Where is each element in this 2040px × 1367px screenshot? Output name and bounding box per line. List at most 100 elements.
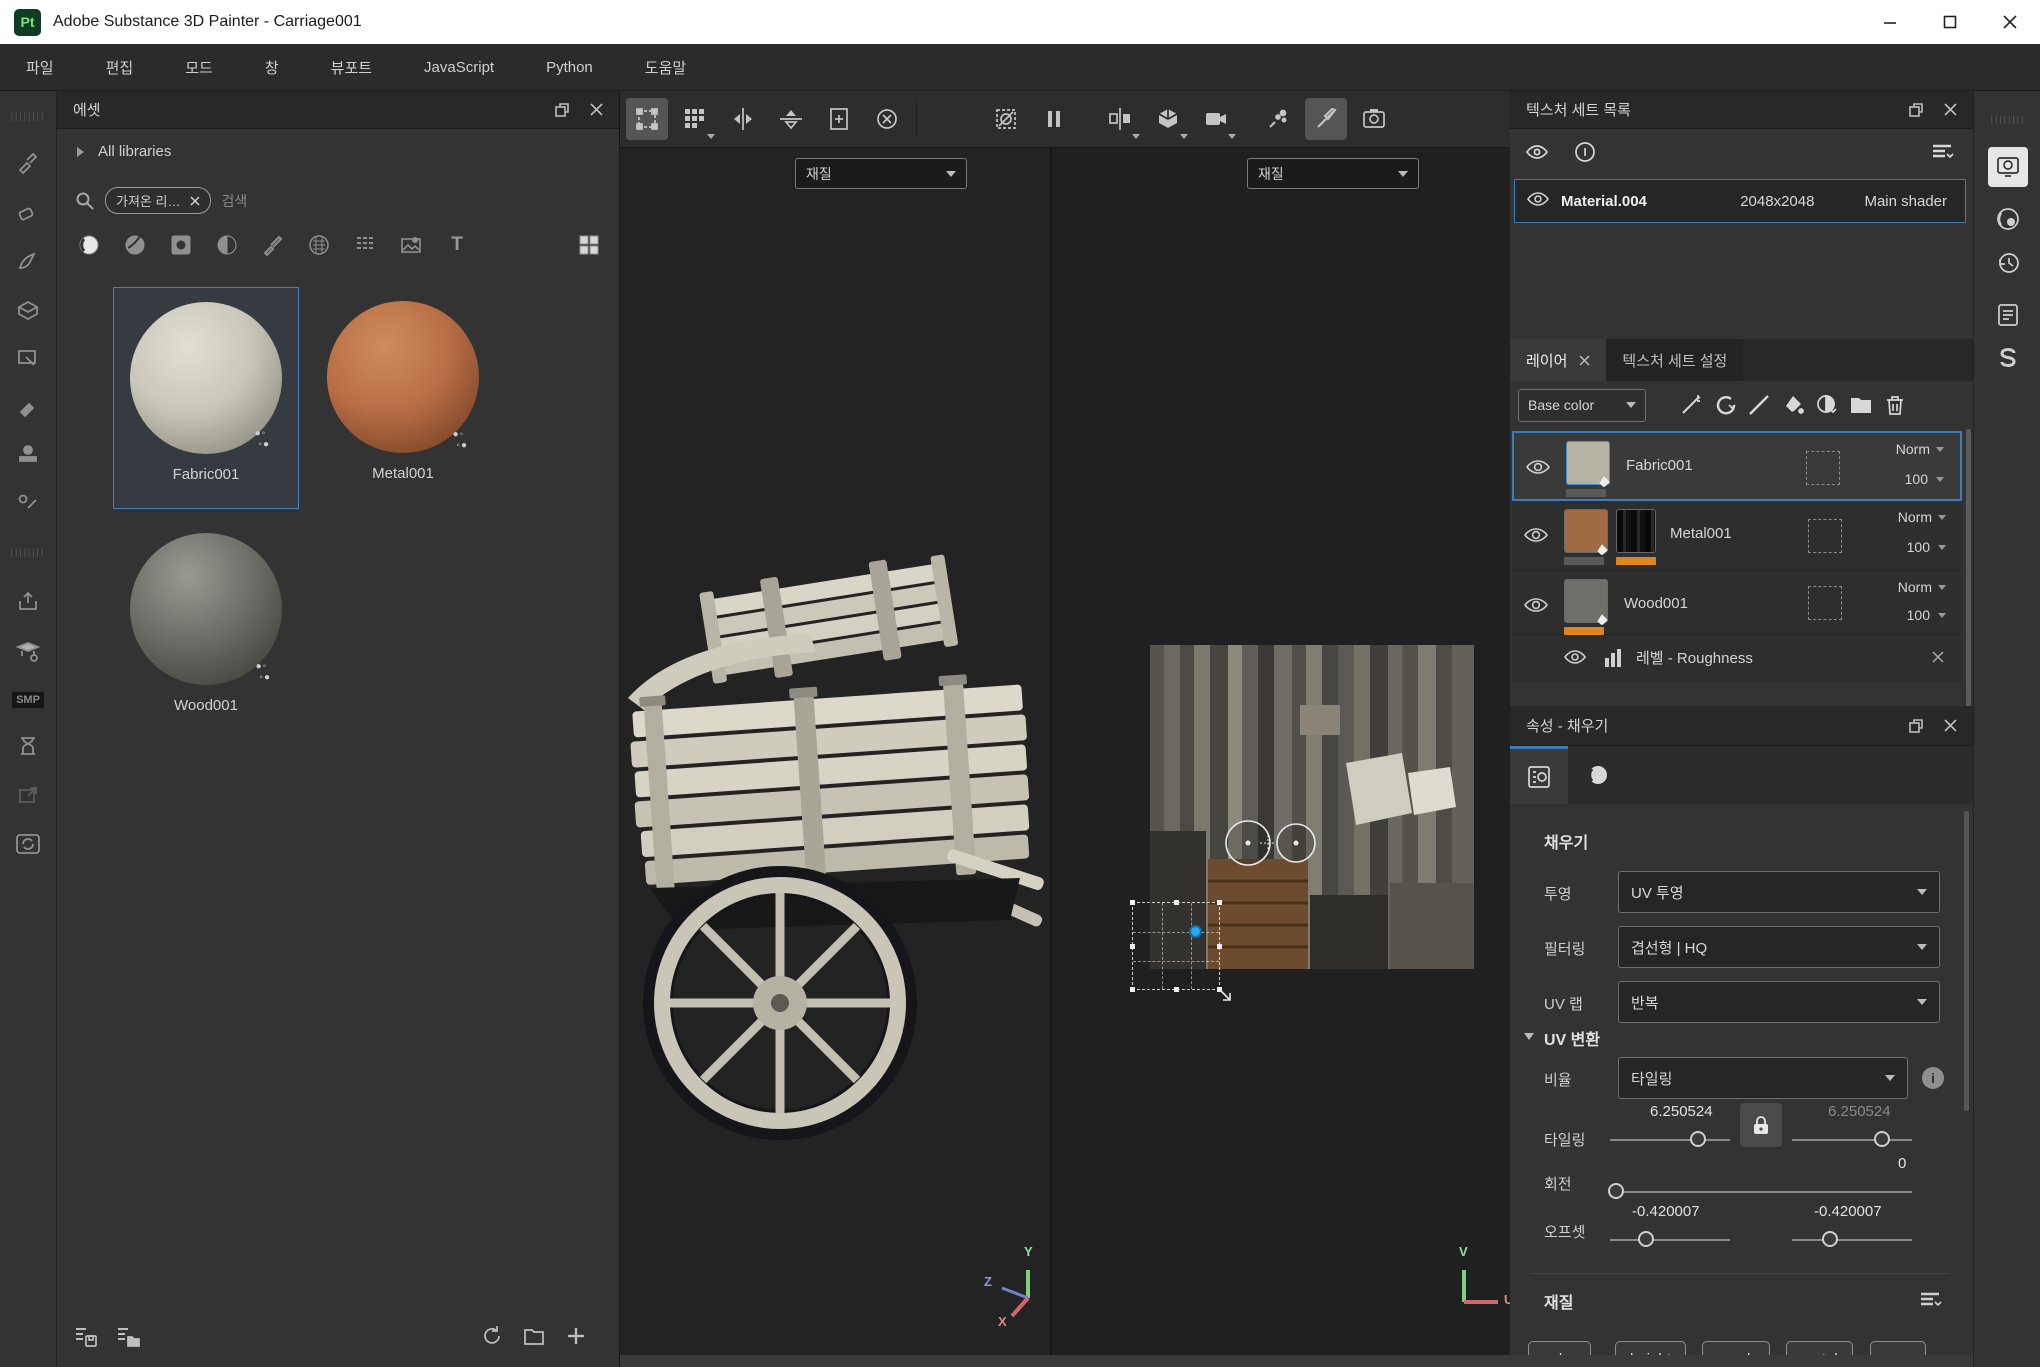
slider-knob[interactable] bbox=[1638, 1231, 1654, 1247]
gizmo-handle[interactable] bbox=[1130, 944, 1135, 949]
layer-thumbnail[interactable] bbox=[1566, 441, 1610, 485]
remove-effect-icon[interactable] bbox=[1932, 651, 1944, 663]
color-picker-tool[interactable] bbox=[9, 483, 47, 521]
slider-knob[interactable] bbox=[1822, 1231, 1838, 1247]
projection-dropdown[interactable]: UV 투영 bbox=[1618, 871, 1940, 913]
pause-engine-button[interactable] bbox=[1033, 98, 1075, 140]
new-folder-icon[interactable] bbox=[519, 1321, 549, 1351]
menu-mode[interactable]: 모드 bbox=[159, 44, 239, 91]
slider-knob[interactable] bbox=[1608, 1183, 1624, 1199]
grid-view-icon[interactable] bbox=[577, 233, 601, 257]
opacity-dropdown[interactable]: 100 bbox=[1907, 607, 1946, 623]
tiling-lock-button[interactable] bbox=[1740, 1103, 1782, 1147]
filter-text-icon[interactable]: T bbox=[445, 233, 469, 257]
axis-gizmo-2d[interactable]: V U bbox=[1442, 1258, 1512, 1328]
filter-filters-icon[interactable] bbox=[215, 233, 239, 257]
menu-help[interactable]: 도움말 bbox=[619, 44, 712, 91]
substance-share-icon[interactable] bbox=[1988, 339, 2028, 379]
menu-python[interactable]: Python bbox=[520, 44, 619, 91]
mask-placeholder[interactable] bbox=[1808, 519, 1842, 553]
slider-knob[interactable] bbox=[1690, 1131, 1706, 1147]
add-smart-material-icon[interactable] bbox=[1708, 388, 1742, 422]
focus-frame-tool[interactable] bbox=[818, 98, 860, 140]
uv-transform-gizmo[interactable] bbox=[1132, 902, 1220, 990]
menu-edit[interactable]: 편집 bbox=[80, 44, 160, 91]
menu-file[interactable]: 파일 bbox=[0, 44, 80, 91]
mask-placeholder[interactable] bbox=[1806, 451, 1840, 485]
tiling-x-slider[interactable] bbox=[1610, 1139, 1730, 1141]
toolbar-drag-handle-2[interactable]: |||||||| bbox=[9, 533, 47, 571]
delete-layer-icon[interactable] bbox=[1878, 388, 1912, 422]
eye-icon[interactable] bbox=[1527, 188, 1549, 214]
refresh-assets-icon[interactable] bbox=[477, 1321, 507, 1351]
shading-mode-dropdown-3d[interactable]: 재질 bbox=[795, 158, 967, 189]
tab-layers[interactable]: 레이어 bbox=[1510, 339, 1606, 381]
tiling-y-value[interactable]: 6.250524 bbox=[1828, 1103, 1891, 1120]
layer-visibility-eye-icon[interactable] bbox=[1524, 593, 1548, 622]
gizmo-handle[interactable] bbox=[1130, 900, 1135, 905]
symmetry-x-tool[interactable] bbox=[722, 98, 764, 140]
offset-y-value[interactable]: -0.420007 bbox=[1814, 1203, 1882, 1220]
layer-row-wood001[interactable]: Wood001 Norm 100 bbox=[1512, 571, 1962, 635]
filtering-dropdown[interactable]: 겹선형 | HQ bbox=[1618, 926, 1940, 968]
filter-meshes-icon[interactable] bbox=[307, 233, 331, 257]
rotation-slider[interactable] bbox=[1610, 1191, 1912, 1193]
scale-mode-dropdown[interactable]: 타일링 bbox=[1618, 1057, 1908, 1099]
export-icon[interactable] bbox=[9, 583, 47, 621]
filter-smart-materials-icon[interactable] bbox=[123, 233, 147, 257]
tiling-y-slider[interactable] bbox=[1792, 1139, 1912, 1141]
offset-x-slider[interactable] bbox=[1610, 1239, 1730, 1241]
layer-row-metal001[interactable]: Metal001 Norm 100 bbox=[1512, 501, 1962, 571]
search-input[interactable]: 검색 bbox=[221, 191, 247, 211]
filter-environments-icon[interactable] bbox=[399, 233, 423, 257]
all-libraries-selector[interactable]: All libraries bbox=[77, 143, 171, 160]
filter-brushes-icon[interactable] bbox=[261, 233, 285, 257]
tab-fill-parameters[interactable] bbox=[1510, 746, 1568, 804]
texture-set-sort-icon[interactable] bbox=[1925, 135, 1959, 169]
material-mode-selector[interactable] bbox=[1147, 98, 1189, 140]
menu-viewport[interactable]: 뷰포트 bbox=[305, 44, 398, 91]
search-filter-tag[interactable]: 가져온 리… bbox=[105, 187, 211, 214]
layer-visibility-eye-icon[interactable] bbox=[1524, 523, 1548, 552]
layer-row-fabric001[interactable]: Fabric001 Norm 100 bbox=[1512, 431, 1962, 501]
viewport-3d[interactable]: 재질 bbox=[620, 148, 1050, 1355]
smudge-tool[interactable] bbox=[9, 339, 47, 377]
filter-materials-icon[interactable] bbox=[77, 233, 101, 257]
blend-mode-dropdown[interactable]: Norm bbox=[1898, 509, 1946, 525]
filter-tools-icon[interactable] bbox=[353, 233, 377, 257]
projection-tool[interactable] bbox=[9, 243, 47, 281]
resources-icon[interactable] bbox=[9, 633, 47, 671]
particle-brush-tool[interactable] bbox=[1257, 98, 1299, 140]
gizmo-handle[interactable] bbox=[1217, 900, 1222, 905]
opacity-dropdown[interactable]: 100 bbox=[1907, 539, 1946, 555]
material-section-menu-icon[interactable] bbox=[1913, 1283, 1947, 1317]
gizmo-handle[interactable] bbox=[1217, 944, 1222, 949]
tab-material-preview[interactable] bbox=[1568, 746, 1626, 804]
toggle-all-visibility-icon[interactable] bbox=[1520, 135, 1554, 169]
projection-toggle-tool[interactable] bbox=[985, 98, 1027, 140]
reset-view-tool[interactable] bbox=[866, 98, 908, 140]
add-smart-mask-icon[interactable] bbox=[1810, 388, 1844, 422]
stamp-tool[interactable] bbox=[9, 435, 47, 473]
slider-knob[interactable] bbox=[1874, 1131, 1890, 1147]
maximize-button[interactable] bbox=[1920, 0, 1980, 44]
split-view-selector[interactable] bbox=[1099, 98, 1141, 140]
close-button[interactable] bbox=[1980, 0, 2040, 44]
opacity-dropdown[interactable]: 100 bbox=[1905, 471, 1944, 487]
tab-texture-set-settings[interactable]: 텍스처 세트 설정 bbox=[1606, 339, 1743, 381]
log-icon[interactable] bbox=[1988, 295, 2028, 335]
external-link-icon[interactable] bbox=[9, 777, 47, 815]
collapse-chevron-icon[interactable] bbox=[1524, 1033, 1534, 1040]
tiling-pattern-tool[interactable] bbox=[674, 98, 716, 140]
texture-set-close-button[interactable] bbox=[1933, 95, 1967, 125]
properties-close-button[interactable] bbox=[1933, 711, 1967, 741]
layers-scrollbar[interactable] bbox=[1966, 429, 1971, 749]
add-fill-layer-icon[interactable] bbox=[1776, 388, 1810, 422]
gizmo-handle[interactable] bbox=[1174, 900, 1179, 905]
menu-javascript[interactable]: JavaScript bbox=[398, 44, 520, 91]
add-asset-icon[interactable] bbox=[561, 1321, 591, 1351]
paint-brush-tool[interactable] bbox=[9, 143, 47, 181]
asset-material-metal001[interactable]: ●◦ ◦● Metal001 bbox=[310, 287, 496, 509]
symmetry-y-tool[interactable] bbox=[770, 98, 812, 140]
effect-visibility-eye-icon[interactable] bbox=[1564, 646, 1586, 673]
